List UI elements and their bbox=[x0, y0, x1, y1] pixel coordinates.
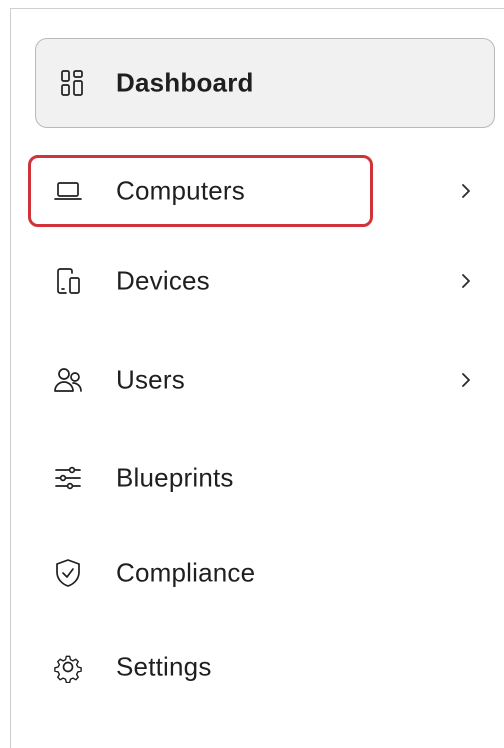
sidebar-item-label: Compliance bbox=[116, 557, 256, 588]
sidebar-item-settings[interactable]: Settings bbox=[50, 636, 490, 698]
sidebar-item-computers[interactable]: Computers bbox=[28, 155, 470, 227]
sidebar-item-users[interactable]: Users bbox=[50, 349, 490, 411]
sidebar-item-label: Devices bbox=[116, 265, 210, 296]
devices-icon bbox=[50, 263, 86, 299]
laptop-icon bbox=[50, 173, 86, 209]
sidebar-item-compliance[interactable]: Compliance bbox=[50, 542, 490, 604]
gear-icon bbox=[50, 649, 86, 685]
sidebar-item-label: Blueprints bbox=[116, 462, 234, 493]
shield-check-icon bbox=[50, 555, 86, 591]
chevron-right-icon[interactable] bbox=[458, 271, 474, 291]
sidebar-item-devices[interactable]: Devices bbox=[50, 250, 490, 312]
dashboard-grid-icon bbox=[54, 65, 90, 101]
sidebar-item-label: Dashboard bbox=[116, 67, 254, 98]
sidebar-item-blueprints[interactable]: Blueprints bbox=[50, 447, 490, 509]
sidebar-item-label: Computers bbox=[116, 175, 245, 206]
chevron-right-icon[interactable] bbox=[458, 370, 474, 390]
chevron-right-icon[interactable] bbox=[458, 181, 474, 201]
sidebar-item-label: Settings bbox=[116, 651, 212, 682]
users-icon bbox=[50, 362, 86, 398]
sidebar-item-dashboard[interactable]: Dashboard bbox=[35, 38, 495, 128]
sliders-icon bbox=[50, 460, 86, 496]
sidebar-item-label: Users bbox=[116, 364, 185, 395]
